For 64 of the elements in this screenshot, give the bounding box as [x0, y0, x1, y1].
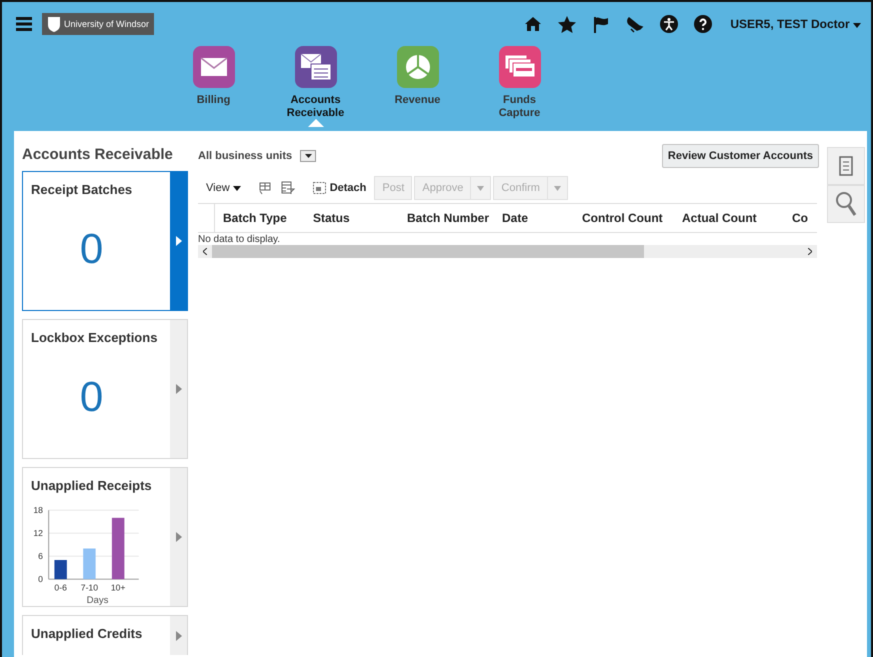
business-unit-label: All business units [198, 150, 292, 162]
caret-icon [304, 154, 312, 158]
card-title: Receipt Batches [31, 182, 134, 197]
caret-icon [853, 23, 861, 28]
column-header[interactable]: Status [313, 211, 407, 225]
card-title: Unapplied Receipts [31, 478, 153, 493]
menu-icon[interactable] [16, 17, 32, 31]
infolet-card[interactable]: Unapplied Receipts 0 6 12 18 0-6 7-10 10+ Days [22, 467, 188, 607]
y-tick-label: 6 [38, 551, 44, 562]
column-header[interactable]: Co [792, 211, 808, 225]
infolet-card[interactable]: Lockbox Exceptions 0 [22, 319, 188, 459]
accessibility-icon[interactable] [660, 15, 678, 33]
count-value: 0 [80, 225, 104, 273]
card-title: Unapplied Credits [31, 626, 144, 641]
column-header[interactable]: Batch Type [223, 211, 313, 225]
y-tick-label: 18 [33, 505, 44, 516]
expand-arrow-icon[interactable] [176, 236, 182, 246]
horizontal-scrollbar[interactable] [198, 245, 817, 258]
detach-icon [312, 182, 326, 194]
caret-icon [554, 186, 561, 191]
flag-icon[interactable] [592, 16, 610, 32]
caret-icon [232, 186, 241, 191]
x-tick-label: 0-6 [54, 582, 68, 593]
x-tick-label: 10+ [110, 582, 126, 593]
freeze-icon[interactable] [256, 181, 271, 195]
search-tab[interactable] [827, 185, 865, 223]
dropdown-button[interactable] [300, 150, 316, 162]
scroll-right-icon[interactable] [808, 248, 812, 255]
card-title: Lockbox Exceptions [31, 330, 158, 345]
column-header[interactable]: Batch Number [407, 211, 502, 225]
search-icon [835, 191, 857, 217]
app-tile[interactable]: Accounts Receivable [286, 46, 346, 126]
home-icon[interactable] [524, 16, 542, 32]
page-title: Accounts Receivable [22, 146, 173, 163]
column-header[interactable]: Date [502, 211, 582, 225]
column-header[interactable]: Actual Count [682, 211, 792, 225]
user-menu[interactable]: USER5, TEST Doctor [730, 17, 861, 31]
y-tick-label: 12 [33, 528, 44, 538]
caret-icon [477, 186, 484, 191]
expand-arrow-icon[interactable] [176, 630, 182, 640]
count-value: 0 [80, 373, 104, 421]
star-icon[interactable] [558, 16, 576, 32]
scroll-left-icon[interactable] [203, 248, 207, 255]
infolet-card[interactable]: Unapplied Credits [22, 615, 188, 655]
help-icon[interactable] [694, 15, 712, 33]
infolet-card[interactable]: Receipt Batches 0 [22, 171, 188, 311]
tasks-tab[interactable] [827, 147, 865, 185]
selection-pointer-icon [308, 119, 324, 127]
x-axis-title: Days [86, 595, 109, 606]
empty-message: No data to display. [198, 234, 282, 245]
expand-arrow-icon[interactable] [176, 532, 182, 542]
expand-arrow-icon[interactable] [176, 384, 182, 394]
view-menu[interactable]: View [198, 182, 247, 194]
review-button[interactable]: Review Customer Accounts [662, 144, 819, 168]
document-icon [839, 156, 853, 176]
x-tick-label: 7-10 [80, 582, 98, 593]
app-tile[interactable]: Billing [184, 46, 244, 126]
logo[interactable]: University of Windsor [42, 13, 154, 35]
y-tick-label: 0 [38, 574, 44, 584]
app-tile[interactable]: Revenue [388, 46, 448, 126]
app-tile[interactable]: Funds Capture [490, 46, 550, 126]
column-header[interactable]: Control Count [582, 211, 682, 225]
detach-button[interactable]: Detach [304, 182, 372, 194]
filter-icon[interactable] [280, 181, 295, 195]
